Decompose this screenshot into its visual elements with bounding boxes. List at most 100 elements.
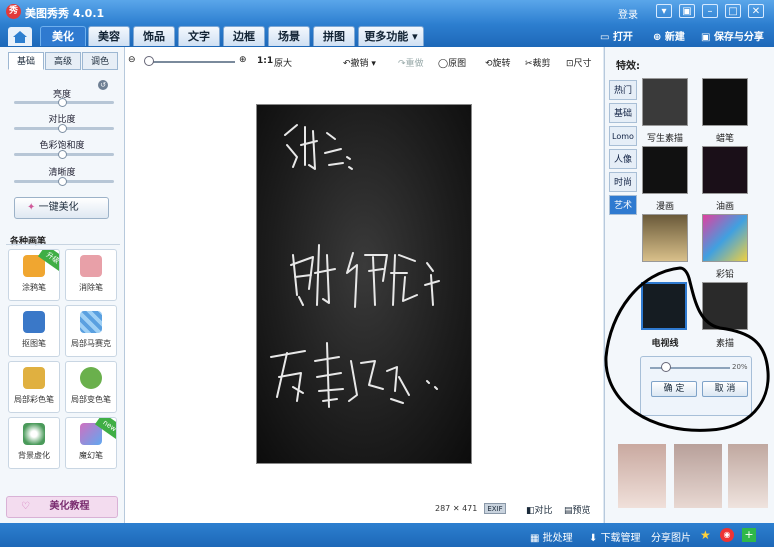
subtab-color[interactable]: 调色: [82, 52, 118, 70]
tab-text[interactable]: 文字: [178, 26, 220, 46]
tool-recolor-pen[interactable]: 局部变色笔: [65, 361, 117, 413]
effect-color-pencil-thumb[interactable]: [702, 214, 748, 262]
category-art[interactable]: 艺术: [609, 195, 637, 215]
close-icon[interactable]: ✕: [748, 4, 764, 18]
tool-magic-pen[interactable]: new 魔幻笔: [65, 417, 117, 469]
folder-icon: ▭: [600, 32, 613, 43]
save-icon: ▣: [701, 32, 714, 43]
download-icon: ⬇: [589, 533, 601, 544]
image-height: 471: [462, 504, 478, 513]
mosaic-icon: [80, 311, 102, 333]
tab-face[interactable]: 美容: [88, 26, 130, 46]
heart-icon: ♡: [21, 501, 30, 512]
category-basic[interactable]: 基础: [609, 103, 637, 123]
zoom-in-icon[interactable]: ⊕: [239, 55, 247, 65]
weibo-icon[interactable]: ◉: [720, 528, 734, 542]
eraser-icon: [80, 255, 102, 277]
original-size-button[interactable]: 原大: [274, 56, 292, 69]
effect-warm-thumb[interactable]: [642, 214, 688, 262]
menu-icon[interactable]: ▾: [656, 4, 672, 18]
open-button[interactable]: ▭ 打开: [600, 28, 633, 43]
zoom-slider[interactable]: [145, 61, 235, 63]
tool-label: 魔幻笔: [79, 451, 103, 460]
zoom-knob[interactable]: [144, 56, 154, 66]
app-logo-icon: 秀: [6, 4, 21, 19]
tool-background-blur[interactable]: 背景虚化: [8, 417, 60, 469]
home-tab[interactable]: [8, 27, 32, 46]
zoom-out-icon[interactable]: ⊖: [128, 55, 136, 65]
skin-icon[interactable]: ▣: [679, 4, 695, 18]
crop-button[interactable]: ✂裁剪: [525, 56, 551, 69]
category-hot[interactable]: 热门: [609, 80, 637, 100]
tool-mosaic[interactable]: 局部马赛克: [65, 305, 117, 357]
subtab-basic[interactable]: 基础: [8, 52, 44, 70]
login-link[interactable]: 登录: [618, 6, 638, 21]
category-lomo[interactable]: Lomo: [609, 126, 637, 146]
original-image-button[interactable]: ◯原图: [438, 56, 466, 69]
tool-label: 局部彩色笔: [14, 395, 54, 404]
maximize-icon[interactable]: □: [725, 4, 741, 18]
undo-icon: ↶: [343, 59, 351, 69]
share-picture-button[interactable]: 分享图片: [651, 529, 691, 544]
effect-label: 蜡笔: [715, 134, 734, 144]
effect-oil-thumb[interactable]: [702, 146, 748, 194]
effect-sketch-thumb[interactable]: [642, 78, 688, 126]
blur-icon: [23, 423, 45, 445]
compare-button[interactable]: ◧对比: [526, 503, 553, 516]
tool-cutout-pen[interactable]: 抠图笔: [8, 305, 60, 357]
effect-portrait-thumb[interactable]: [674, 444, 722, 508]
tab-beautify[interactable]: 美化: [40, 26, 86, 46]
undo-button[interactable]: ↶撤销 ▾: [343, 56, 376, 69]
resize-label: 尺寸: [573, 59, 592, 69]
star-icon[interactable]: ★: [700, 528, 714, 542]
redo-button[interactable]: ↷重做: [398, 56, 424, 69]
rotate-label: 旋转: [492, 59, 511, 69]
edited-photo[interactable]: [256, 104, 472, 464]
download-manager-button[interactable]: ⬇ 下载管理: [589, 529, 641, 544]
tool-eraser-pen[interactable]: 消除笔: [65, 249, 117, 301]
crop-label: 裁剪: [532, 59, 551, 69]
tab-accessories[interactable]: 饰品: [133, 26, 175, 46]
tool-color-pen[interactable]: 局部彩色笔: [8, 361, 60, 413]
category-fashion[interactable]: 时尚: [609, 172, 637, 192]
new-button[interactable]: ⊕ 新建: [653, 28, 685, 43]
rotate-icon: ⟲: [485, 59, 493, 69]
plus-share-icon[interactable]: +: [742, 528, 756, 542]
image-width: 287: [435, 504, 451, 513]
category-portrait[interactable]: 人像: [609, 149, 637, 169]
effect-crayon-thumb[interactable]: [702, 78, 748, 126]
resize-button[interactable]: ⊡尺寸: [566, 56, 592, 69]
exif-badge[interactable]: EXIF: [484, 503, 506, 514]
effect-portrait-thumb[interactable]: [728, 444, 768, 508]
ratio-button[interactable]: 1:1: [257, 56, 273, 66]
tab-border[interactable]: 边框: [223, 26, 265, 46]
effect-comic-thumb[interactable]: [642, 146, 688, 194]
tool-doodle-pen[interactable]: 升级 涂鸦笔: [8, 249, 60, 301]
cutout-pen-icon: [23, 311, 45, 333]
compare-icon: ◧: [526, 506, 535, 516]
tab-collage[interactable]: 拼图: [313, 26, 355, 46]
preview-icon: ▤: [564, 506, 573, 516]
tab-scene[interactable]: 场景: [268, 26, 310, 46]
rotate-button[interactable]: ⟲旋转: [485, 56, 511, 69]
tutorial-button[interactable]: ♡ 美化教程: [6, 496, 118, 518]
one-click-beautify-button[interactable]: ✦ 一键美化: [14, 197, 109, 219]
brightness-knob[interactable]: [58, 98, 67, 107]
batch-label: 批处理: [542, 533, 573, 544]
save-share-button[interactable]: ▣ 保存与分享: [701, 28, 764, 43]
divider: [6, 244, 120, 245]
subtab-advanced[interactable]: 高级: [45, 52, 81, 70]
scissors-icon: ✂: [525, 59, 533, 69]
saturation-knob[interactable]: [58, 150, 67, 159]
preview-button[interactable]: ▤预览: [564, 503, 591, 516]
new-label: 新建: [664, 32, 685, 43]
magic-wand-icon: ✦: [27, 202, 36, 213]
effect-label: 漫画: [655, 202, 674, 212]
effect-portrait-thumb[interactable]: [618, 444, 666, 508]
plus-icon: ⊕: [653, 32, 665, 43]
batch-button[interactable]: ▦ 批处理: [530, 529, 573, 544]
minimize-icon[interactable]: –: [702, 4, 718, 18]
tab-more[interactable]: 更多功能 ▾: [358, 26, 424, 46]
contrast-knob[interactable]: [58, 124, 67, 133]
sharpness-knob[interactable]: [58, 177, 67, 186]
